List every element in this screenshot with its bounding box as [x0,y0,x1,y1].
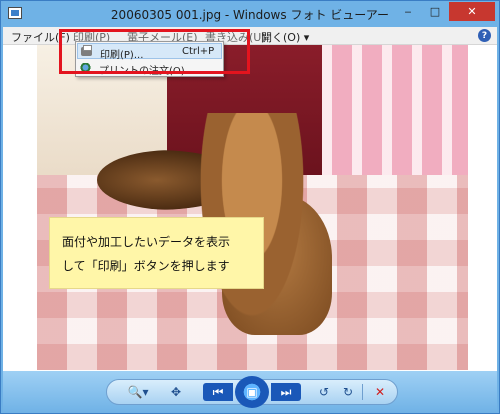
photo: 面付や加工したいデータを表示 して「印刷」ボタンを押します [37,45,468,370]
image-viewport: 面付や加工したいデータを表示 して「印刷」ボタンを押します [3,45,497,371]
maximize-button[interactable]: □ [422,2,448,21]
help-icon[interactable]: ? [478,29,491,42]
menu-open[interactable]: 開く(O) ▾ [261,29,309,45]
toolbar-separator [362,384,363,400]
previous-icon[interactable]: ⏮ [203,383,233,401]
delete-icon[interactable]: ✕ [371,383,389,401]
next-icon[interactable]: ⏭ [271,383,301,401]
actual-size-icon[interactable]: ✥ [167,383,185,401]
slideshow-icon[interactable]: ▣ [235,376,269,408]
instruction-line-2: して「印刷」ボタンを押します [62,259,230,273]
instruction-line-1: 面付や加工したいデータを表示 [62,235,231,249]
rotate-left-icon[interactable]: ↺ [315,383,333,401]
close-button[interactable]: ✕ [449,2,495,21]
highlight-box [59,29,250,74]
minimize-button[interactable]: ‒ [395,2,421,21]
rotate-right-icon[interactable]: ↻ [339,383,357,401]
title-bar[interactable]: 20060305 001.jpg - Windows フォト ビューアー ‒ □… [1,1,499,27]
photo-viewer-window: 20060305 001.jpg - Windows フォト ビューアー ‒ □… [0,0,500,414]
bottom-toolbar: 🔍▾ ✥ ⏮ ▣ ⏭ ↺ ↻ ✕ [3,371,497,413]
zoom-icon[interactable]: 🔍▾ [127,383,149,401]
instruction-callout: 面付や加工したいデータを表示 して「印刷」ボタンを押します [49,217,264,289]
